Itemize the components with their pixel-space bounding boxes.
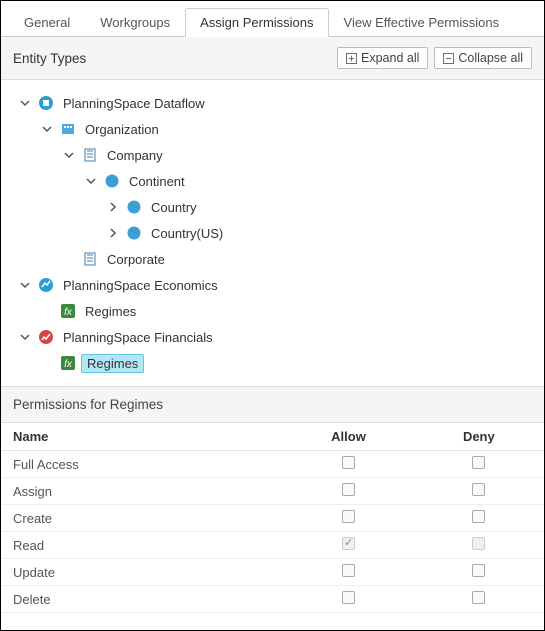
tree-node-regimes-econ[interactable]: fx Regimes — [7, 298, 538, 324]
deny-checkbox[interactable] — [472, 564, 485, 577]
col-name: Name — [1, 423, 283, 451]
chevron-down-icon[interactable] — [17, 329, 33, 345]
tree-label[interactable]: Country — [147, 198, 201, 217]
tree-node-continent[interactable]: Continent — [7, 168, 538, 194]
tab-workgroups[interactable]: Workgroups — [85, 8, 185, 37]
building-icon — [81, 146, 99, 164]
perm-name: Read — [1, 532, 283, 559]
collapse-all-label: Collapse all — [458, 51, 523, 65]
chevron-down-icon[interactable] — [61, 147, 77, 163]
function-icon: fx — [59, 302, 77, 320]
allow-checkbox — [342, 537, 355, 550]
tab-bar: General Workgroups Assign Permissions Vi… — [1, 1, 544, 37]
table-row: Delete — [1, 586, 544, 613]
tree-label[interactable]: Company — [103, 146, 167, 165]
tree-label[interactable]: PlanningSpace Dataflow — [59, 94, 209, 113]
tree-label[interactable]: Continent — [125, 172, 189, 191]
deny-checkbox[interactable] — [472, 591, 485, 604]
chevron-right-icon[interactable] — [105, 225, 121, 241]
allow-checkbox[interactable] — [342, 483, 355, 496]
perm-name: Delete — [1, 586, 283, 613]
tree-node-organization[interactable]: Organization — [7, 116, 538, 142]
blank-spacer — [61, 251, 77, 267]
tab-view-effective-permissions[interactable]: View Effective Permissions — [329, 8, 515, 37]
deny-checkbox — [472, 537, 485, 550]
collapse-all-button[interactable]: Collapse all — [434, 47, 532, 69]
deny-checkbox[interactable] — [472, 483, 485, 496]
tree-label-selected[interactable]: Regimes — [81, 354, 144, 373]
expand-all-label: Expand all — [361, 51, 419, 65]
blank-spacer — [39, 355, 55, 371]
chevron-down-icon[interactable] — [83, 173, 99, 189]
tree-node-financials[interactable]: PlanningSpace Financials — [7, 324, 538, 350]
blank-spacer — [39, 303, 55, 319]
globe-icon — [125, 198, 143, 216]
table-row: Assign — [1, 478, 544, 505]
allow-checkbox[interactable] — [342, 510, 355, 523]
tree-label[interactable]: PlanningSpace Financials — [59, 328, 217, 347]
svg-text:fx: fx — [64, 307, 73, 318]
tree-node-dataflow[interactable]: PlanningSpace Dataflow — [7, 90, 538, 116]
globe-icon — [125, 224, 143, 242]
tree-label[interactable]: Regimes — [81, 302, 140, 321]
perm-name: Assign — [1, 478, 283, 505]
table-row: Read — [1, 532, 544, 559]
tree-label[interactable]: Corporate — [103, 250, 169, 269]
app-icon — [37, 328, 55, 346]
tree-label[interactable]: Country(US) — [147, 224, 227, 243]
perm-name: Update — [1, 559, 283, 586]
globe-icon — [103, 172, 121, 190]
tree-node-regimes-fin[interactable]: fx Regimes — [7, 350, 538, 376]
table-row: Create — [1, 505, 544, 532]
entity-types-title: Entity Types — [13, 51, 86, 66]
chevron-down-icon[interactable] — [39, 121, 55, 137]
expand-icon — [346, 53, 357, 64]
perm-name: Full Access — [1, 451, 283, 478]
app-icon — [37, 94, 55, 112]
chevron-down-icon[interactable] — [17, 95, 33, 111]
allow-checkbox[interactable] — [342, 456, 355, 469]
col-deny: Deny — [414, 423, 544, 451]
tree-node-company[interactable]: Company — [7, 142, 538, 168]
perm-name: Create — [1, 505, 283, 532]
chevron-down-icon[interactable] — [17, 277, 33, 293]
tab-assign-permissions[interactable]: Assign Permissions — [185, 8, 328, 37]
tree-label[interactable]: Organization — [81, 120, 163, 139]
permissions-table: Name Allow Deny Full AccessAssignCreateR… — [1, 423, 544, 613]
col-allow: Allow — [283, 423, 413, 451]
permissions-header: Permissions for Regimes — [1, 386, 544, 423]
app-icon — [37, 276, 55, 294]
building-icon — [81, 250, 99, 268]
org-icon — [59, 120, 77, 138]
entity-types-header: Entity Types Expand all Collapse all — [1, 37, 544, 80]
table-row: Full Access — [1, 451, 544, 478]
allow-checkbox[interactable] — [342, 591, 355, 604]
table-row: Update — [1, 559, 544, 586]
tree-node-country[interactable]: Country — [7, 194, 538, 220]
tab-general[interactable]: General — [9, 8, 85, 37]
allow-checkbox[interactable] — [342, 564, 355, 577]
tree-node-corporate[interactable]: Corporate — [7, 246, 538, 272]
entity-tree: PlanningSpace Dataflow Organization Comp… — [1, 80, 544, 386]
tree-node-country-us[interactable]: Country(US) — [7, 220, 538, 246]
chevron-right-icon[interactable] — [105, 199, 121, 215]
tree-node-economics[interactable]: PlanningSpace Economics — [7, 272, 538, 298]
deny-checkbox[interactable] — [472, 456, 485, 469]
function-icon: fx — [59, 354, 77, 372]
svg-text:fx: fx — [64, 359, 73, 370]
expand-all-button[interactable]: Expand all — [337, 47, 428, 69]
deny-checkbox[interactable] — [472, 510, 485, 523]
collapse-icon — [443, 53, 454, 64]
tree-label[interactable]: PlanningSpace Economics — [59, 276, 222, 295]
